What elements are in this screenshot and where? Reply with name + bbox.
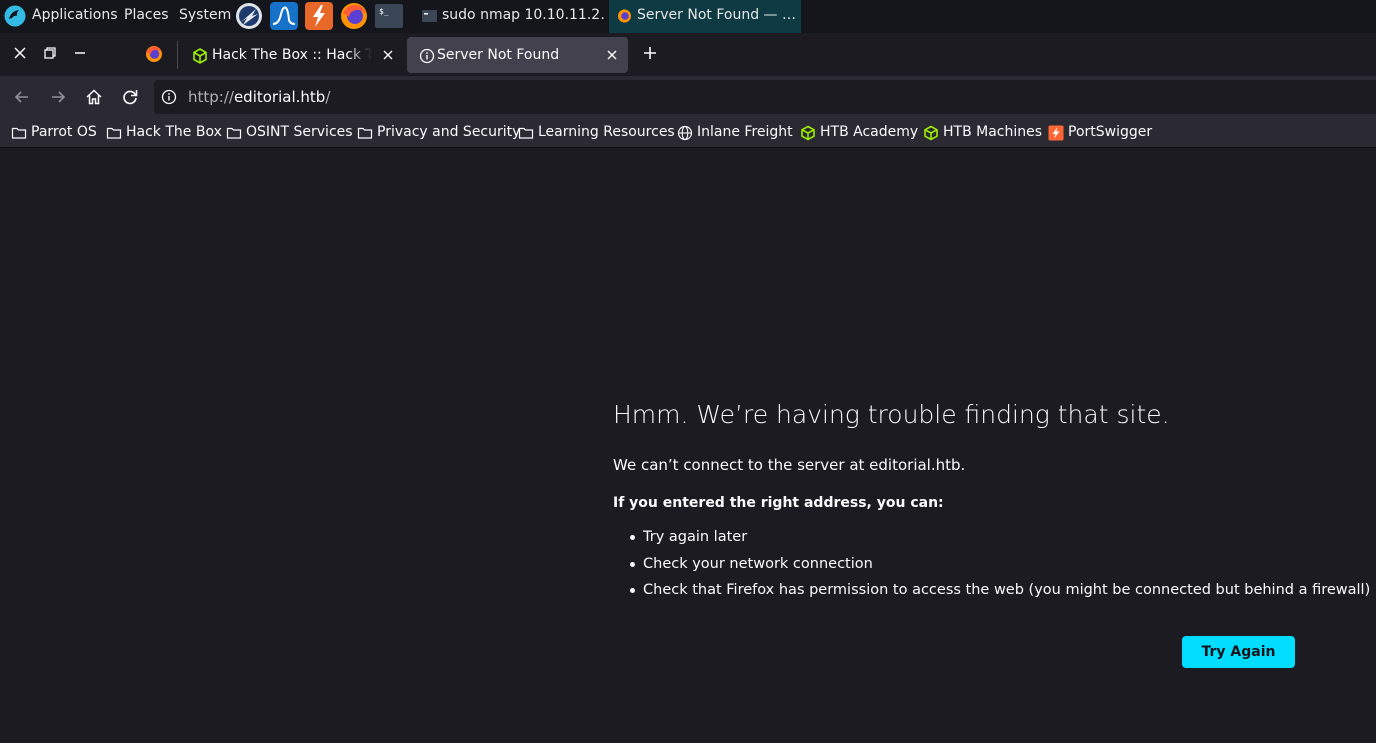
list-item: Check your network connection [630, 554, 1370, 581]
task-label: Server Not Found — … [637, 7, 796, 23]
bookmark-label: HTB Academy [820, 124, 919, 140]
reload-icon[interactable] [120, 87, 140, 107]
desktop-panel: Applications Places System $_ sudo nmap … [0, 0, 1376, 33]
bookmark-inlane-freight[interactable]: Inlane Freight [677, 118, 793, 148]
page-content: Hmm. We’re having trouble finding that s… [0, 149, 1376, 743]
url-path: / [325, 88, 331, 106]
system-menu[interactable]: System [179, 0, 231, 33]
list-item: Check that Firefox has permission to acc… [630, 580, 1370, 607]
htb-cube-icon [924, 125, 938, 141]
url-host: editorial.htb [233, 88, 326, 106]
bookmark-privacy-and-security[interactable]: Privacy and Security [357, 118, 520, 148]
suggestion-list: Try again later Check your network conne… [630, 527, 1370, 607]
url-bar[interactable]: http://editorial.htb/ [154, 80, 1376, 114]
bookmark-osint-services[interactable]: OSINT Services [226, 118, 353, 148]
bookmark-learning-resources[interactable]: Learning Resources [518, 118, 675, 148]
bookmark-label: Learning Resources [538, 124, 675, 140]
bookmark-htb-machines[interactable]: HTB Machines [923, 118, 1042, 148]
minimize-window-icon[interactable] [70, 43, 90, 63]
bookmark-label: Parrot OS [31, 124, 97, 140]
close-window-icon[interactable] [10, 43, 30, 63]
burp-suite-icon[interactable] [235, 2, 263, 30]
error-title: Hmm. We’re having trouble finding that s… [613, 400, 1170, 429]
wireshark-icon[interactable] [270, 2, 298, 30]
firefox-view-icon[interactable] [145, 45, 163, 63]
new-tab-plus-icon[interactable] [640, 43, 660, 63]
folder-icon [226, 127, 242, 139]
places-menu[interactable]: Places [124, 0, 169, 33]
applications-menu[interactable]: Applications [32, 0, 118, 33]
bookmark-label: PortSwigger [1068, 124, 1153, 140]
tab-title: Hack The Box :: Hack The Box [212, 47, 372, 63]
htb-cube-icon [801, 125, 815, 141]
bookmark-label: OSINT Services [246, 124, 353, 140]
forward-arrow-icon[interactable] [48, 87, 68, 107]
taskbar-terminal-window[interactable]: sudo nmap 10.10.11.2… [414, 0, 606, 33]
task-label: sudo nmap 10.10.11.2… [442, 7, 606, 23]
back-arrow-icon[interactable] [12, 87, 32, 107]
tab-server-not-found[interactable]: Server Not Found [407, 37, 628, 73]
folder-icon [106, 127, 122, 139]
info-icon [419, 48, 435, 64]
firefox-icon [618, 9, 631, 23]
htb-cube-icon [193, 48, 207, 64]
folder-icon [357, 127, 373, 139]
terminal-icon [422, 10, 437, 22]
parrot-logo-icon[interactable] [4, 5, 26, 27]
bookmark-label: Privacy and Security [377, 124, 521, 140]
tab-hack-the-box[interactable]: Hack The Box :: Hack The Box [180, 37, 404, 73]
tab-strip: Hack The Box :: Hack The Box Server Not … [0, 33, 1376, 76]
bookmark-label: HTB Machines [943, 124, 1043, 140]
svg-text:$_: $_ [379, 7, 389, 16]
restore-window-icon[interactable] [40, 43, 60, 63]
bookmark-parrot-os[interactable]: Parrot OS [11, 118, 97, 148]
tab-separator [177, 41, 178, 69]
firefox-icon[interactable] [340, 2, 368, 30]
taskbar-firefox-window[interactable]: Server Not Found — … [609, 0, 801, 33]
navigation-toolbar: http://editorial.htb/ [0, 76, 1376, 118]
bookmark-label: Hack The Box [126, 124, 222, 140]
folder-icon [518, 127, 534, 139]
home-icon[interactable] [84, 87, 104, 107]
globe-icon [677, 125, 693, 141]
site-info-icon[interactable] [161, 89, 177, 105]
portswigger-icon [1048, 125, 1064, 141]
folder-icon [11, 127, 27, 139]
error-description: We can’t connect to the server at editor… [613, 456, 966, 474]
bookmark-portswigger[interactable]: PortSwigger [1048, 118, 1152, 148]
close-tab-icon[interactable] [604, 47, 620, 63]
bookmark-hack-the-box[interactable]: Hack The Box [106, 118, 222, 148]
url-text[interactable]: http://editorial.htb/ [188, 80, 330, 114]
zap-proxy-icon[interactable] [305, 2, 333, 30]
error-hint: If you entered the right address, you ca… [613, 495, 944, 511]
terminal-icon[interactable]: $_ [375, 2, 403, 30]
tab-title: Server Not Found [437, 47, 560, 63]
close-tab-icon[interactable] [380, 47, 396, 63]
bookmarks-toolbar: Parrot OS Hack The Box OSINT Services Pr… [0, 118, 1376, 148]
try-again-button[interactable]: Try Again [1182, 636, 1295, 668]
bookmark-htb-academy[interactable]: HTB Academy [800, 118, 918, 148]
list-item: Try again later [630, 527, 1370, 554]
bookmark-label: Inlane Freight [697, 124, 793, 140]
url-scheme: http:// [188, 88, 234, 106]
